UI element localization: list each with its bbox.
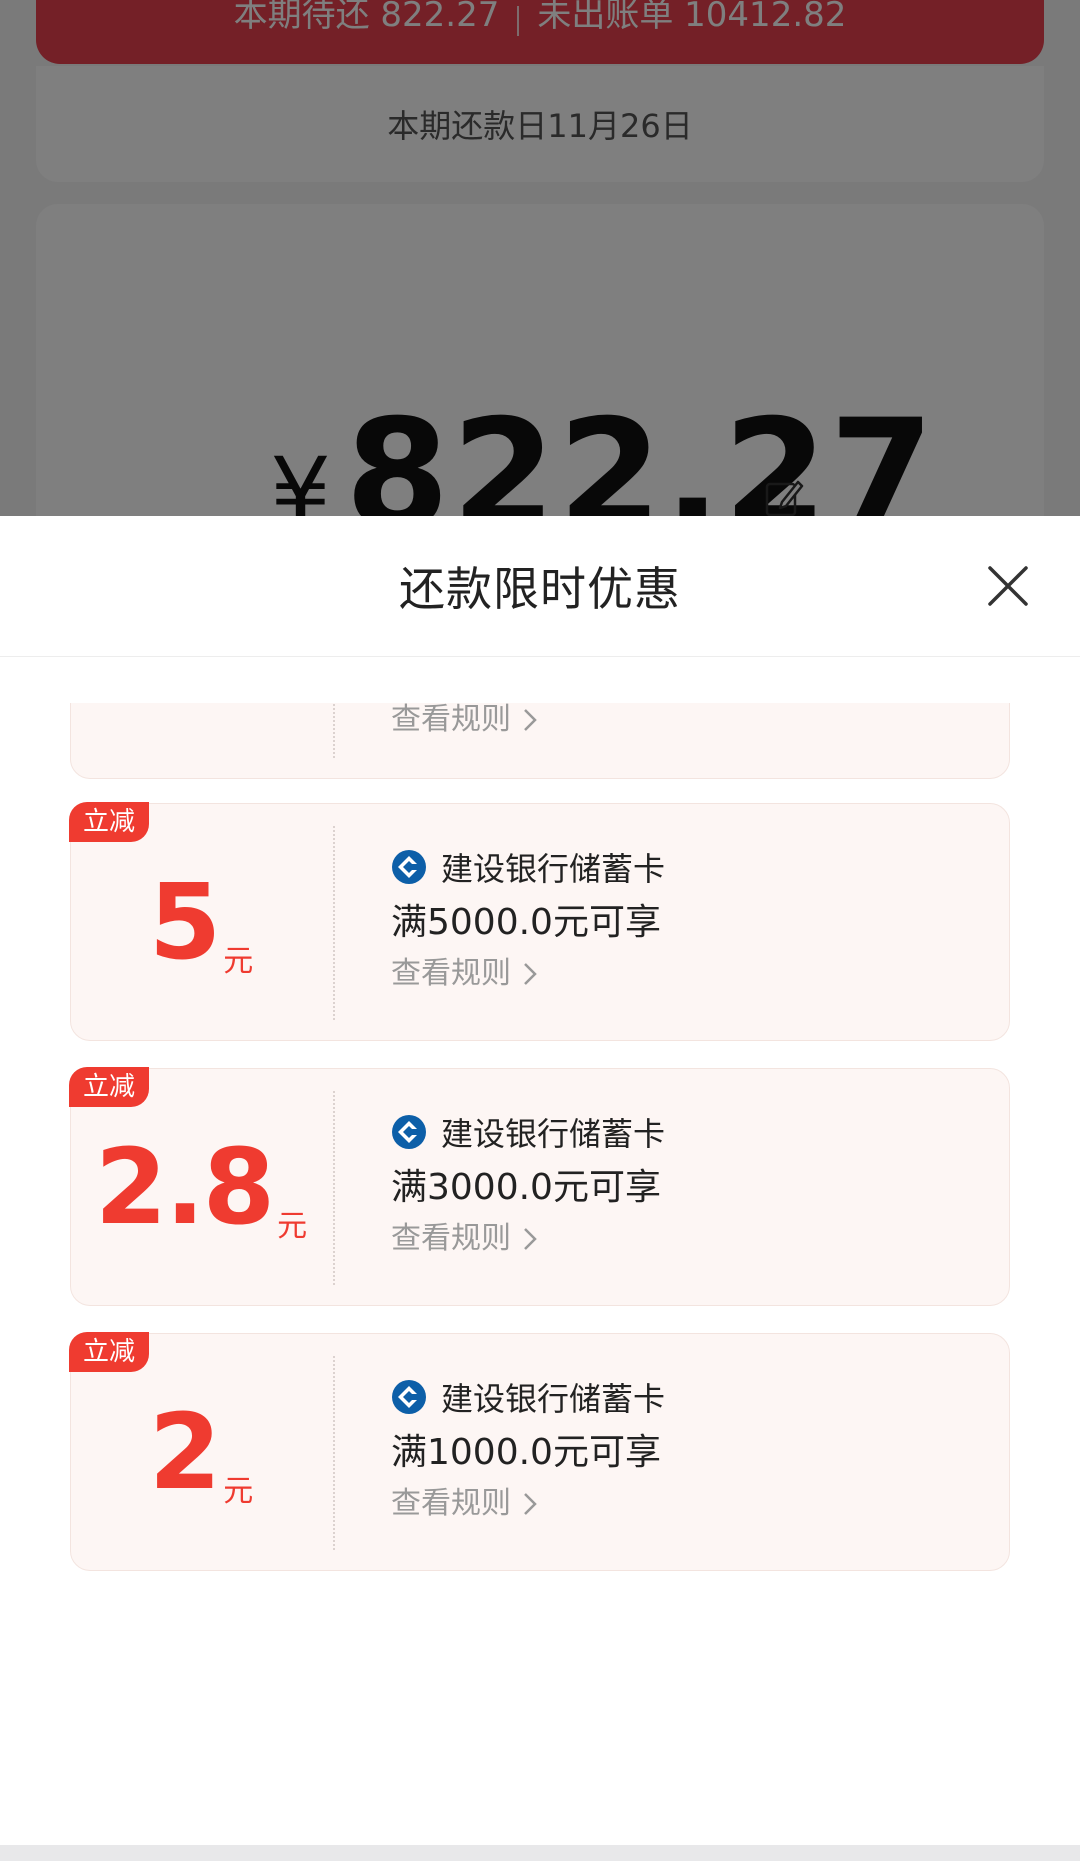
coupon-condition: 满1000.0元可享 — [391, 1432, 661, 1473]
sheet-title: 还款限时优惠 — [399, 562, 681, 616]
coupon-info: 建设银行储蓄卡 满5000.0元可享 查看规则 — [391, 844, 989, 996]
coupon-info: 建设银行储蓄卡 满1000.0元可享 查看规则 — [391, 1374, 989, 1526]
view-rules-label: 查看规则 — [391, 1221, 511, 1256]
coupon-info: 建设银行储蓄卡 满3000.0元可享 查看规则 — [391, 1109, 989, 1261]
close-icon[interactable] — [986, 564, 1030, 608]
ccb-logo-icon — [392, 850, 426, 884]
view-rules-label: 查看规则 — [391, 956, 511, 991]
view-rules-label: 查看规则 — [391, 703, 511, 737]
view-rules-link[interactable]: 查看规则 — [391, 1217, 989, 1261]
bank-name: 建设银行储蓄卡 — [441, 1380, 666, 1418]
coupon-divider — [333, 703, 335, 758]
discount-sheet: 还款限时优惠 查看规则 立减 5 元 建设银行储蓄卡 满5000.0元可享 查看… — [0, 516, 1080, 1846]
chevron-right-icon — [524, 963, 537, 985]
bank-name: 建设银行储蓄卡 — [441, 1115, 666, 1153]
bank-name: 建设银行储蓄卡 — [441, 850, 666, 888]
coupon-condition: 满3000.0元可享 — [391, 1167, 661, 1208]
coupon-list[interactable]: 查看规则 立减 5 元 建设银行储蓄卡 满5000.0元可享 查看规则 立减 2… — [0, 703, 1080, 1846]
view-rules-link[interactable]: 查看规则 — [391, 1482, 989, 1526]
view-rules-link[interactable]: 查看规则 — [391, 703, 989, 742]
coupon-amount-value: 5 — [148, 861, 221, 983]
coupon-amount-unit: 元 — [223, 944, 254, 979]
coupon-amount-unit: 元 — [223, 1474, 254, 1509]
coupon-card[interactable]: 立减 2.8 元 建设银行储蓄卡 满3000.0元可享 查看规则 — [69, 1067, 1010, 1306]
bottom-bar — [0, 1845, 1080, 1861]
chevron-right-icon — [524, 1228, 537, 1250]
coupon-card[interactable]: 立减 2 元 建设银行储蓄卡 满1000.0元可享 查看规则 — [69, 1332, 1010, 1571]
sheet-header: 还款限时优惠 — [0, 516, 1080, 657]
coupon-amount-unit: 元 — [277, 1209, 308, 1244]
bank-row: 建设银行储蓄卡 — [391, 844, 989, 890]
coupon-amount: 5 元 — [71, 804, 331, 1040]
view-rules-link[interactable]: 查看规则 — [391, 952, 989, 996]
coupon-card[interactable]: 立减 5 元 建设银行储蓄卡 满5000.0元可享 查看规则 — [69, 802, 1010, 1041]
coupon-amount: 2.8 元 — [71, 1069, 331, 1305]
coupon-divider — [333, 1091, 335, 1285]
coupon-divider — [333, 826, 335, 1020]
view-rules-label: 查看规则 — [391, 1486, 511, 1521]
coupon-amount-value: 2.8 — [94, 1126, 275, 1248]
coupon-divider — [333, 1356, 335, 1550]
coupon-amount: 2 元 — [71, 1334, 331, 1570]
coupon-info: 查看规则 — [391, 703, 989, 742]
chevron-right-icon — [524, 1493, 537, 1515]
bank-row: 建设银行储蓄卡 — [391, 1109, 989, 1155]
ccb-logo-icon — [392, 1380, 426, 1414]
coupon-card[interactable]: 查看规则 — [70, 703, 1010, 779]
coupon-amount-value: 2 — [148, 1391, 221, 1513]
coupon-condition: 满5000.0元可享 — [391, 902, 661, 943]
bank-row: 建设银行储蓄卡 — [391, 1374, 989, 1420]
ccb-logo-icon — [392, 1115, 426, 1149]
chevron-right-icon — [524, 709, 537, 731]
